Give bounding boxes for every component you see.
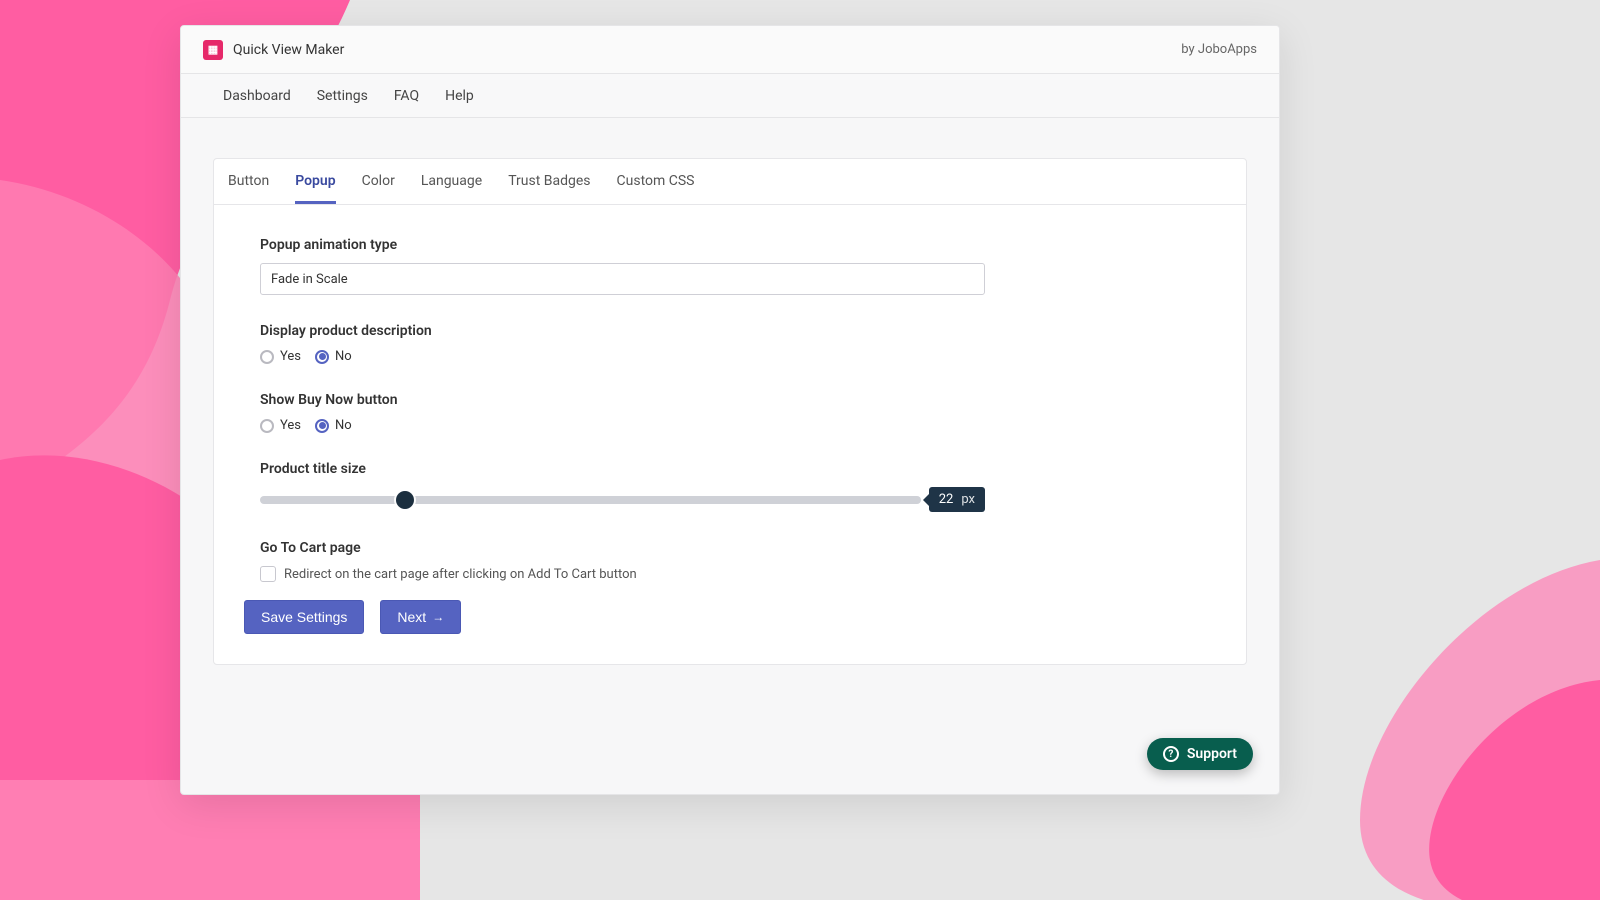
form-actions: Save Settings Next →	[244, 600, 1216, 634]
group-title-size: Product title size 22 px	[260, 461, 1200, 512]
group-go-to-cart: Go To Cart page Redirect on the cart pag…	[260, 540, 1200, 582]
tab-trust-badges[interactable]: Trust Badges	[508, 173, 590, 204]
content-area: Button Popup Color Language Trust Badges…	[181, 118, 1279, 665]
tab-bar: Button Popup Color Language Trust Badges…	[214, 159, 1246, 205]
tab-language[interactable]: Language	[421, 173, 482, 204]
radio-show-buy-now-no[interactable]: No	[315, 418, 352, 433]
radio-display-description-no[interactable]: No	[315, 349, 352, 364]
radio-icon	[260, 419, 274, 433]
slider-unit: px	[961, 492, 975, 507]
label-go-to-cart: Go To Cart page	[260, 540, 1200, 556]
radio-label: Yes	[280, 349, 301, 364]
group-animation-type: Popup animation type Fade in Scale	[260, 237, 1200, 295]
radio-display-description-yes[interactable]: Yes	[260, 349, 301, 364]
select-animation-type[interactable]: Fade in Scale	[260, 263, 985, 295]
slider-value-badge: 22 px	[929, 487, 985, 512]
radio-label: Yes	[280, 418, 301, 433]
slider-value: 22	[939, 492, 954, 507]
byline: by JoboApps	[1181, 42, 1257, 57]
nav-settings[interactable]: Settings	[317, 88, 368, 104]
app-title: Quick View Maker	[233, 42, 344, 58]
slider-title-size[interactable]	[260, 496, 921, 504]
label-display-description: Display product description	[260, 323, 1200, 339]
help-icon: ?	[1163, 746, 1179, 762]
checkbox-label: Redirect on the cart page after clicking…	[284, 567, 637, 582]
navbar: Dashboard Settings FAQ Help	[181, 74, 1279, 118]
nav-help[interactable]: Help	[445, 88, 474, 104]
radio-icon	[315, 419, 329, 433]
topbar: ▦ Quick View Maker by JoboApps	[181, 26, 1279, 74]
checkbox-redirect-cart[interactable]	[260, 566, 276, 582]
tab-custom-css[interactable]: Custom CSS	[617, 173, 695, 204]
brand: ▦ Quick View Maker	[203, 40, 344, 60]
tab-color[interactable]: Color	[362, 173, 395, 204]
tab-popup[interactable]: Popup	[295, 173, 335, 204]
label-animation-type: Popup animation type	[260, 237, 1200, 253]
group-display-description: Display product description Yes No	[260, 323, 1200, 364]
support-button[interactable]: ? Support	[1147, 738, 1253, 770]
select-animation-value: Fade in Scale	[271, 272, 348, 287]
brand-icon: ▦	[203, 40, 223, 60]
label-show-buy-now: Show Buy Now button	[260, 392, 1200, 408]
radio-label: No	[335, 418, 352, 433]
next-button[interactable]: Next →	[380, 600, 461, 634]
settings-form: Popup animation type Fade in Scale Displ…	[214, 205, 1246, 582]
tab-button[interactable]: Button	[228, 173, 269, 204]
radio-icon	[260, 350, 274, 364]
label-title-size: Product title size	[260, 461, 1200, 477]
radio-show-buy-now-yes[interactable]: Yes	[260, 418, 301, 433]
save-settings-button[interactable]: Save Settings	[244, 600, 364, 634]
radio-icon	[315, 350, 329, 364]
button-label: Save Settings	[261, 609, 347, 625]
button-label: Next	[397, 609, 426, 625]
arrow-right-icon: →	[432, 610, 444, 624]
settings-card: Button Popup Color Language Trust Badges…	[213, 158, 1247, 665]
support-label: Support	[1187, 746, 1237, 762]
nav-dashboard[interactable]: Dashboard	[223, 88, 291, 104]
group-show-buy-now: Show Buy Now button Yes No	[260, 392, 1200, 433]
app-shell: ▦ Quick View Maker by JoboApps Dashboard…	[180, 25, 1280, 795]
slider-thumb[interactable]	[396, 491, 414, 509]
radio-label: No	[335, 349, 352, 364]
nav-faq[interactable]: FAQ	[394, 88, 419, 104]
